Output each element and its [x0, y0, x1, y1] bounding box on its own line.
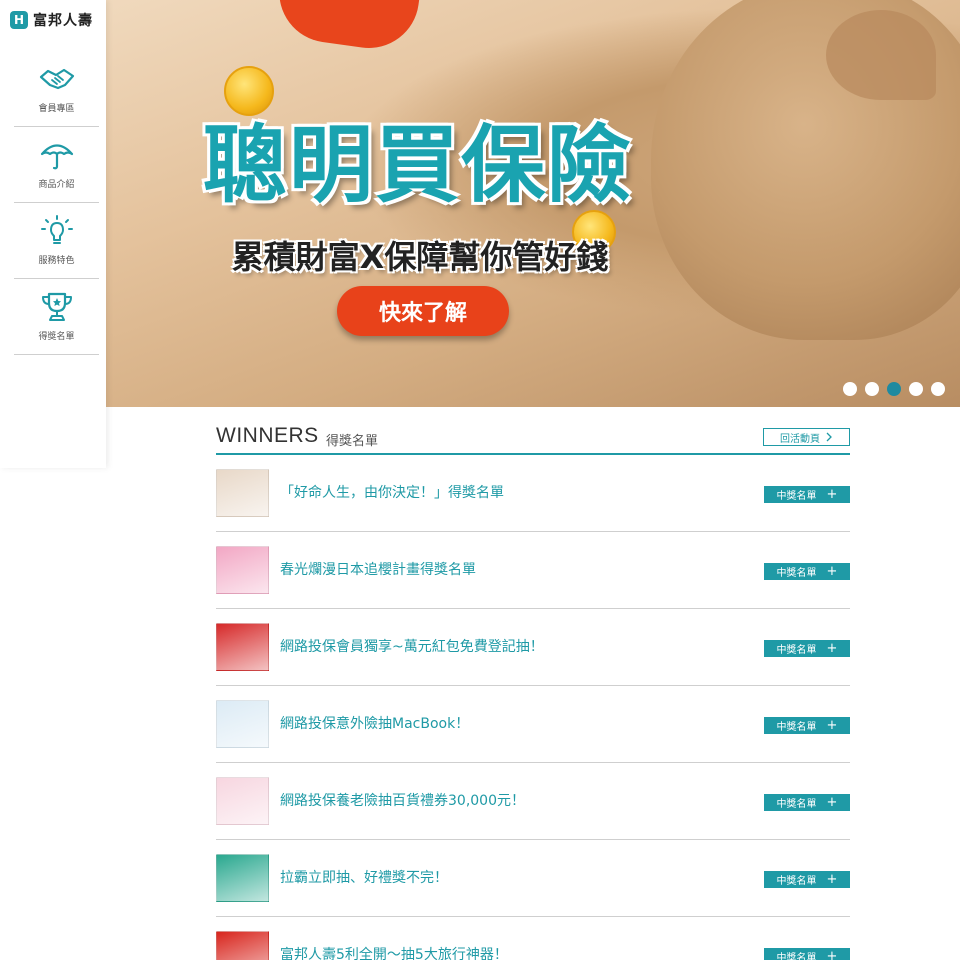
umbrella-icon — [40, 144, 73, 170]
lightbulb-icon — [40, 215, 73, 244]
handshake-icon — [39, 68, 74, 90]
banner-headline: 聰明買保險 — [202, 116, 633, 214]
sidebar-nav: 會員專區 商品介紹 服務特色 得獎名單 — [14, 51, 99, 355]
winner-item-title[interactable]: 富邦人壽5利全開～抽5大旅行神器！ — [280, 944, 508, 960]
sidebar-item-label: 商品介紹 — [38, 180, 75, 190]
list-item: 拉霸立即抽、好禮獎不完！ 中獎名單 + — [216, 840, 850, 917]
sidebar-item-winners[interactable]: 得獎名單 — [14, 279, 99, 355]
winner-item-title[interactable]: 網路投保意外險抽MacBook！ — [280, 713, 469, 733]
carousel-dot-active[interactable] — [887, 382, 901, 396]
carousel-dot[interactable] — [931, 382, 945, 396]
winner-thumbnail[interactable] — [216, 854, 269, 902]
plus-icon: + — [826, 872, 838, 887]
sidebar-item-products[interactable]: 商品介紹 — [14, 127, 99, 203]
page: H 富邦人壽 會員專區 商品介紹 服務特色 得獎名單 聰明買保險 累積財富X保障… — [0, 0, 960, 960]
chevron-right-icon — [826, 432, 832, 442]
shovel-illustration — [272, 0, 420, 55]
winner-list-button[interactable]: 中獎名單 + — [764, 563, 850, 580]
winner-list-button[interactable]: 中獎名單 + — [764, 486, 850, 503]
list-item: 富邦人壽5利全開～抽5大旅行神器！ 中獎名單 + — [216, 917, 850, 960]
winner-list-button-label: 中獎名單 — [776, 722, 817, 733]
logo[interactable]: H 富邦人壽 — [10, 9, 93, 31]
sidebar-item-member[interactable]: 會員專區 — [14, 51, 99, 127]
learn-more-button[interactable]: 快來了解 — [337, 286, 509, 336]
winners-title: WINNERS — [216, 424, 319, 447]
carousel-dot[interactable] — [843, 382, 857, 396]
winner-thumbnail[interactable] — [216, 777, 269, 825]
winner-thumbnail[interactable] — [216, 931, 269, 960]
plus-icon: + — [826, 718, 838, 733]
winner-thumbnail[interactable] — [216, 469, 269, 517]
logo-mark-icon: H — [10, 11, 28, 29]
sand-pig-ear — [826, 10, 936, 100]
trophy-icon — [41, 292, 72, 321]
winner-item-title[interactable]: 拉霸立即抽、好禮獎不完！ — [280, 867, 448, 887]
winner-item-title[interactable]: 網路投保養老險抽百貨禮券30,000元！ — [280, 790, 525, 810]
winner-list-button-label: 中獎名單 — [776, 491, 817, 502]
winner-list-button[interactable]: 中獎名單 + — [764, 794, 850, 811]
winners-header: WINNERS 得獎名單 回活動頁 — [216, 420, 850, 455]
winners-section: WINNERS 得獎名單 回活動頁 「好命人生，由你決定！」得獎名單 中獎名單 + 春… — [216, 420, 850, 960]
winner-item-title[interactable]: 「好命人生，由你決定！」得獎名單 — [280, 482, 504, 502]
hero-banner[interactable]: 聰明買保險 累積財富X保障幫你管好錢 快來了解 — [106, 0, 960, 407]
winner-thumbnail[interactable] — [216, 546, 269, 594]
winner-thumbnail[interactable] — [216, 700, 269, 748]
carousel-dot[interactable] — [865, 382, 879, 396]
plus-icon: + — [826, 487, 838, 502]
winners-list: 「好命人生，由你決定！」得獎名單 中獎名單 + 春光爛漫日本追櫻計畫得獎名單 中獎名單 +… — [216, 455, 850, 960]
carousel-dots — [843, 382, 945, 396]
winner-list-button[interactable]: 中獎名單 + — [764, 717, 850, 734]
winner-list-button-label: 中獎名單 — [776, 568, 817, 579]
winner-list-button-label: 中獎名單 — [776, 953, 817, 960]
sidebar: H 富邦人壽 會員專區 商品介紹 服務特色 得獎名單 — [0, 0, 106, 468]
logo-text: 富邦人壽 — [33, 13, 93, 29]
list-item: 「好命人生，由你決定！」得獎名單 中獎名單 + — [216, 455, 850, 532]
winners-subtitle: 得獎名單 — [326, 434, 379, 449]
winner-list-button[interactable]: 中獎名單 + — [764, 871, 850, 888]
plus-icon: + — [826, 641, 838, 656]
carousel-dot[interactable] — [909, 382, 923, 396]
winner-item-title[interactable]: 春光爛漫日本追櫻計畫得獎名單 — [280, 559, 476, 579]
winner-item-title[interactable]: 網路投保會員獨享~萬元紅包免費登記抽！ — [280, 636, 544, 656]
sidebar-item-label: 得獎名單 — [38, 332, 75, 342]
winner-thumbnail[interactable] — [216, 623, 269, 671]
winner-list-button-label: 中獎名單 — [776, 876, 817, 887]
plus-icon: + — [826, 795, 838, 810]
sidebar-item-label: 服務特色 — [38, 256, 75, 266]
winner-list-button[interactable]: 中獎名單 + — [764, 948, 850, 960]
banner-subline: 累積財富X保障幫你管好錢 — [231, 238, 609, 276]
list-item: 網路投保養老險抽百貨禮券30,000元！ 中獎名單 + — [216, 763, 850, 840]
plus-icon: + — [826, 564, 838, 579]
winner-list-button[interactable]: 中獎名單 + — [764, 640, 850, 657]
list-item: 網路投保會員獨享~萬元紅包免費登記抽！ 中獎名單 + — [216, 609, 850, 686]
back-to-event-button[interactable]: 回活動頁 — [763, 428, 850, 446]
back-label: 回活動頁 — [780, 433, 820, 445]
winner-list-button-label: 中獎名單 — [776, 799, 817, 810]
list-item: 網路投保意外險抽MacBook！ 中獎名單 + — [216, 686, 850, 763]
plus-icon: + — [826, 949, 838, 960]
sidebar-item-label: 會員專區 — [38, 104, 75, 114]
sidebar-item-services[interactable]: 服務特色 — [14, 203, 99, 279]
winner-list-button-label: 中獎名單 — [776, 645, 817, 656]
list-item: 春光爛漫日本追櫻計畫得獎名單 中獎名單 + — [216, 532, 850, 609]
